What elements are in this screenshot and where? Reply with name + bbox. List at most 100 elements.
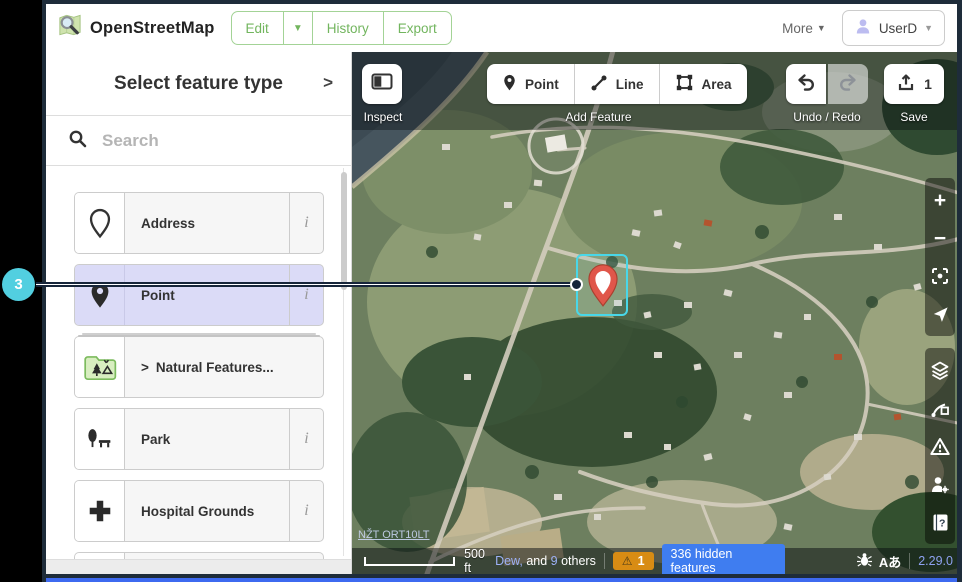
- divider: [909, 553, 910, 569]
- info-button[interactable]: i: [289, 409, 323, 469]
- hidden-features-badge[interactable]: 336 hidden features: [662, 544, 786, 574]
- add-feature-label: Add Feature: [487, 110, 710, 124]
- redo-button[interactable]: [828, 64, 868, 104]
- warning-count: 1: [638, 554, 645, 568]
- list-item-label: > Natural Features...: [125, 337, 323, 397]
- map-zoom-controls: + −: [925, 178, 955, 336]
- more-menu[interactable]: More ▼: [782, 21, 826, 36]
- warning-icon: ⚠: [622, 554, 633, 568]
- issues-button[interactable]: [925, 427, 955, 465]
- map-pin-icon: [584, 261, 622, 309]
- collapse-sidebar-chevron[interactable]: >: [323, 73, 333, 93]
- expand-chevron-icon: >: [141, 360, 149, 375]
- app-window: OpenStreetMap Edit ▼ History Export More…: [42, 0, 962, 582]
- save-count-badge: 1: [924, 76, 932, 92]
- scale-bar: [364, 557, 455, 566]
- edit-button[interactable]: Edit: [232, 12, 283, 44]
- add-point-label: Point: [525, 77, 559, 92]
- list-item-label: Park: [125, 409, 289, 469]
- scrollbar-thumb[interactable]: [341, 172, 347, 290]
- sidebar: Select feature type >: [46, 52, 352, 574]
- svg-text:?: ?: [938, 517, 944, 529]
- park-icon: [75, 409, 125, 469]
- callout-line: [36, 282, 576, 287]
- line-icon: [590, 74, 608, 95]
- save-label: Save: [884, 110, 944, 124]
- add-area-button[interactable]: Area: [659, 64, 747, 104]
- info-button[interactable]: i: [289, 193, 323, 253]
- add-point-button[interactable]: Point: [487, 64, 574, 104]
- contributors-text: Dew, and 9 others: [495, 554, 596, 568]
- navbar-right: More ▼ UserD ▼: [782, 10, 945, 46]
- feature-type-list: Address i Point: [46, 166, 351, 574]
- info-button[interactable]: i: [289, 481, 323, 541]
- user-name: UserD: [879, 21, 917, 36]
- help-button[interactable]: ?: [925, 503, 955, 541]
- and-text: and: [523, 554, 551, 568]
- callout-step-badge: 3: [2, 268, 35, 301]
- nav-button-group: Edit ▼ History Export: [231, 11, 452, 45]
- list-item-label: Address: [125, 193, 289, 253]
- list-item-point[interactable]: Point i: [74, 264, 324, 326]
- list-item-natural-features[interactable]: > Natural Features...: [74, 336, 324, 398]
- geolocate-button[interactable]: [925, 295, 955, 333]
- locate-arrow-icon: [931, 305, 950, 324]
- history-button[interactable]: History: [312, 12, 383, 44]
- undo-icon: [796, 72, 816, 97]
- save-button[interactable]: 1: [884, 64, 944, 104]
- redo-icon: [838, 72, 858, 97]
- bug-report-icon[interactable]: [793, 538, 873, 574]
- translate-icon[interactable]: Aあ: [879, 552, 901, 571]
- list-item-park[interactable]: Park i: [74, 408, 324, 470]
- screenshot-stage: OpenStreetMap Edit ▼ History Export More…: [0, 0, 962, 582]
- divider: [604, 553, 605, 569]
- inspect-icon: [371, 72, 393, 96]
- zoom-in-button[interactable]: +: [925, 181, 955, 219]
- map-data-button[interactable]: [925, 389, 955, 427]
- search-icon: [68, 129, 87, 153]
- chevron-down-icon: ▼: [924, 23, 933, 33]
- others-count-link[interactable]: 9: [551, 554, 558, 568]
- imagery-attribution-link[interactable]: NŽT ORT10LT: [358, 529, 430, 541]
- map-statusbar: 500 ft Dew, and 9 others ⚠ 1 336 hidden …: [352, 548, 957, 574]
- list-item-label: Point: [125, 265, 289, 325]
- selected-feature-box[interactable]: [576, 254, 628, 316]
- point-pin-icon: [502, 73, 517, 95]
- brand[interactable]: OpenStreetMap: [56, 12, 215, 44]
- natural-features-folder-icon: [75, 337, 125, 397]
- statusbar-right: Dew, and 9 others ⚠ 1 336 hidden feature…: [495, 538, 957, 574]
- map-tool-controls: ?: [925, 348, 955, 544]
- add-feature-group: Point Line: [487, 64, 747, 104]
- scale-label: 500 ft: [464, 547, 495, 574]
- background-settings-button[interactable]: [925, 351, 955, 389]
- list-item-label: Hospital Grounds: [125, 481, 289, 541]
- info-button[interactable]: i: [289, 265, 323, 325]
- user-menu-button[interactable]: UserD ▼: [842, 10, 945, 46]
- list-item-address[interactable]: Address i: [74, 192, 324, 254]
- warning-triangle-icon: [930, 437, 950, 456]
- search-input[interactable]: [100, 130, 331, 152]
- window-content: OpenStreetMap Edit ▼ History Export More…: [46, 4, 957, 574]
- sidebar-footer: [46, 559, 351, 574]
- zoom-out-button[interactable]: −: [925, 219, 955, 257]
- area-icon: [675, 73, 694, 95]
- undo-button[interactable]: [786, 64, 826, 104]
- user-gear-icon: [930, 475, 950, 494]
- map-data-icon: [930, 398, 950, 418]
- category-label: Natural Features...: [156, 360, 274, 375]
- contributor-link[interactable]: Dew,: [495, 554, 523, 568]
- list-item-hospital-grounds[interactable]: Hospital Grounds i: [74, 480, 324, 542]
- zoom-to-selection-button[interactable]: [925, 257, 955, 295]
- help-book-icon: ?: [932, 513, 949, 532]
- inspect-label: Inspect: [352, 110, 414, 124]
- add-line-button[interactable]: Line: [574, 64, 659, 104]
- export-button[interactable]: Export: [383, 12, 451, 44]
- edit-dropdown-caret[interactable]: ▼: [283, 12, 312, 44]
- inspect-button[interactable]: [362, 64, 402, 104]
- chevron-down-icon: ▼: [817, 23, 826, 33]
- issues-count-badge[interactable]: ⚠ 1: [613, 552, 654, 570]
- version-link[interactable]: 2.29.0: [918, 554, 953, 568]
- preferences-button[interactable]: [925, 465, 955, 503]
- map-canvas[interactable]: Inspect Point: [352, 52, 957, 574]
- upload-icon: [896, 72, 916, 97]
